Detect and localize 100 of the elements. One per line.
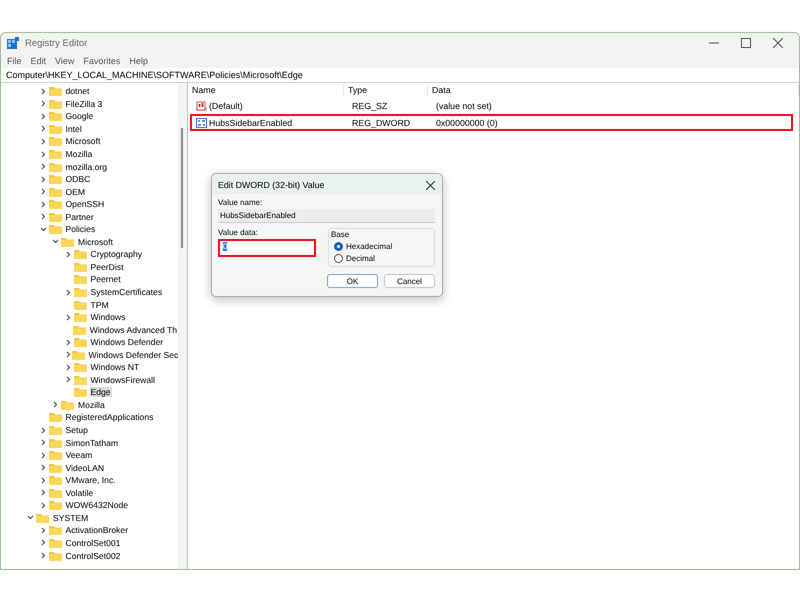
tree-item[interactable]: SimonTatham	[64, 438, 120, 448]
chevron-right-icon[interactable]	[40, 464, 46, 472]
tree-item[interactable]: Setup	[64, 425, 89, 436]
maximize-icon[interactable]	[741, 38, 751, 48]
dialog-button[interactable]: Cancel	[384, 274, 435, 288]
table-row[interactable]: (Default) REG_SZ (value not set)	[190, 97, 793, 114]
tree-item[interactable]: OEM	[64, 186, 86, 197]
radio-button[interactable]	[334, 242, 343, 251]
chevron-right-icon[interactable]	[40, 138, 46, 145]
chevron-right-icon[interactable]	[64, 376, 72, 384]
folder-icon	[48, 224, 62, 234]
chevron-right-icon[interactable]	[64, 288, 72, 296]
chevron-right-icon[interactable]	[40, 176, 46, 183]
chevron-right-icon[interactable]	[40, 125, 46, 132]
menu-item[interactable]: View	[55, 56, 74, 66]
tree-item[interactable]: Microsoft	[64, 136, 102, 146]
chevron-right-icon[interactable]	[40, 112, 46, 120]
tree-item[interactable]: Windows Advanced Th	[88, 324, 178, 335]
chevron-down-icon[interactable]	[27, 514, 34, 522]
tree-item[interactable]: Cryptography	[90, 249, 144, 260]
scrollbar[interactable]	[178, 83, 187, 569]
folder-icon	[74, 362, 86, 372]
chevron-right-icon[interactable]	[40, 163, 46, 170]
tree-item[interactable]: Edge	[90, 387, 112, 398]
close-icon[interactable]	[773, 38, 783, 48]
tree-item[interactable]: Veeam	[64, 450, 94, 460]
menu-item[interactable]: Help	[129, 56, 148, 66]
chevron-right-icon[interactable]	[40, 502, 46, 509]
menu-item[interactable]: Favorites	[83, 56, 120, 66]
chevron-right-icon[interactable]	[40, 539, 46, 546]
tree-item[interactable]: Peernet	[90, 274, 122, 284]
tree-item[interactable]: Windows NT	[90, 362, 140, 372]
folder-icon	[72, 324, 86, 335]
tree-item[interactable]: VMware, Inc.	[64, 475, 117, 486]
chevron-right-icon[interactable]	[40, 200, 46, 208]
tree-item[interactable]: ActivationBroker	[64, 525, 130, 536]
chevron-right-icon[interactable]	[40, 426, 46, 434]
folder-icon	[48, 462, 62, 473]
chevron-right-icon[interactable]	[40, 476, 46, 484]
chevron-right-icon[interactable]	[40, 552, 46, 559]
dialog-button[interactable]: OK	[327, 274, 378, 288]
binary-value-icon	[196, 118, 207, 128]
radio-option[interactable]: Decimal	[334, 254, 429, 263]
value-data-field[interactable]: 0	[218, 239, 316, 257]
column-header[interactable]: Type	[344, 85, 428, 95]
tree-item[interactable]: SystemCertificates	[90, 287, 164, 298]
radio-option[interactable]: Hexadecimal	[334, 242, 429, 251]
chevron-right-icon[interactable]	[40, 489, 46, 496]
tree-item[interactable]: Google	[64, 111, 94, 122]
menu-item[interactable]: Edit	[30, 56, 46, 66]
tree-item[interactable]: WindowsFirewall	[90, 374, 156, 385]
tree-item[interactable]: FileZilla 3	[64, 98, 104, 109]
chevron-right-icon[interactable]	[40, 100, 46, 108]
tree-item[interactable]: Microsoft	[77, 236, 114, 247]
tree-item[interactable]: Mozilla	[64, 149, 94, 159]
tree-item[interactable]: Volatile	[64, 488, 94, 498]
tree-item[interactable]: Windows	[90, 312, 126, 322]
chevron-right-icon[interactable]	[40, 188, 46, 196]
chevron-right-icon[interactable]	[64, 351, 72, 358]
chevron-right-icon[interactable]	[40, 213, 46, 220]
tree-item[interactable]: PeerDist	[90, 262, 124, 272]
chevron-right-icon[interactable]	[40, 452, 46, 459]
chevron-right-icon[interactable]	[64, 250, 72, 258]
column-header[interactable]: Data	[428, 85, 799, 95]
tree-item[interactable]: RegisteredApplications	[64, 412, 154, 422]
chevron-down-icon[interactable]	[40, 226, 46, 233]
chevron-right-icon[interactable]	[40, 88, 46, 95]
chevron-right-icon[interactable]	[64, 338, 72, 346]
tree-item[interactable]: Windows Defender	[90, 337, 164, 348]
tree-item[interactable]: OpenSSH	[64, 199, 106, 210]
tree-item[interactable]: VideoLAN	[64, 462, 106, 473]
chevron-right-icon[interactable]	[40, 150, 46, 158]
tree-item[interactable]: WOW6432Node	[64, 500, 130, 510]
radio-button[interactable]	[334, 254, 343, 263]
chevron-right-icon[interactable]	[40, 439, 46, 446]
tree-item[interactable]: ControlSet002	[64, 550, 122, 560]
highlighted-row[interactable]: HubsSidebarEnabled REG_DWORD 0x00000000 (0)	[190, 114, 793, 131]
close-icon[interactable]	[426, 180, 435, 190]
column-header[interactable]: Name	[188, 85, 344, 95]
tree-item[interactable]: Partner	[64, 212, 95, 222]
chevron-right-icon[interactable]	[52, 401, 59, 408]
tree-item[interactable]: TPM	[90, 300, 110, 310]
chevron-down-icon[interactable]	[52, 238, 59, 246]
chevron-right-icon[interactable]	[64, 364, 72, 371]
tree-item[interactable]: Policies	[64, 224, 96, 234]
tree-item[interactable]: Mozilla	[77, 400, 106, 410]
tree-item[interactable]: SYSTEM	[52, 512, 90, 523]
tree-item[interactable]: ODBC	[64, 174, 92, 184]
tree-item[interactable]: ControlSet001	[64, 538, 122, 548]
folder-icon	[48, 538, 62, 548]
address-field[interactable]: Computer\HKEY_LOCAL_MACHINE\SOFTWARE\Policies\Microsoft\Edge	[1, 68, 799, 83]
tree-item[interactable]: dotnet	[64, 86, 90, 96]
tree-item[interactable]: Intel	[64, 124, 83, 134]
tree-item[interactable]: mozilla.org	[64, 162, 108, 172]
value-name-field[interactable]: HubsSidebarEnabled	[218, 209, 435, 223]
chevron-right-icon[interactable]	[64, 314, 72, 321]
menu-item[interactable]: File	[7, 56, 22, 66]
tree-item[interactable]: Windows Defender Sec	[88, 350, 178, 360]
folder-icon	[48, 86, 62, 96]
chevron-right-icon[interactable]	[40, 526, 46, 534]
